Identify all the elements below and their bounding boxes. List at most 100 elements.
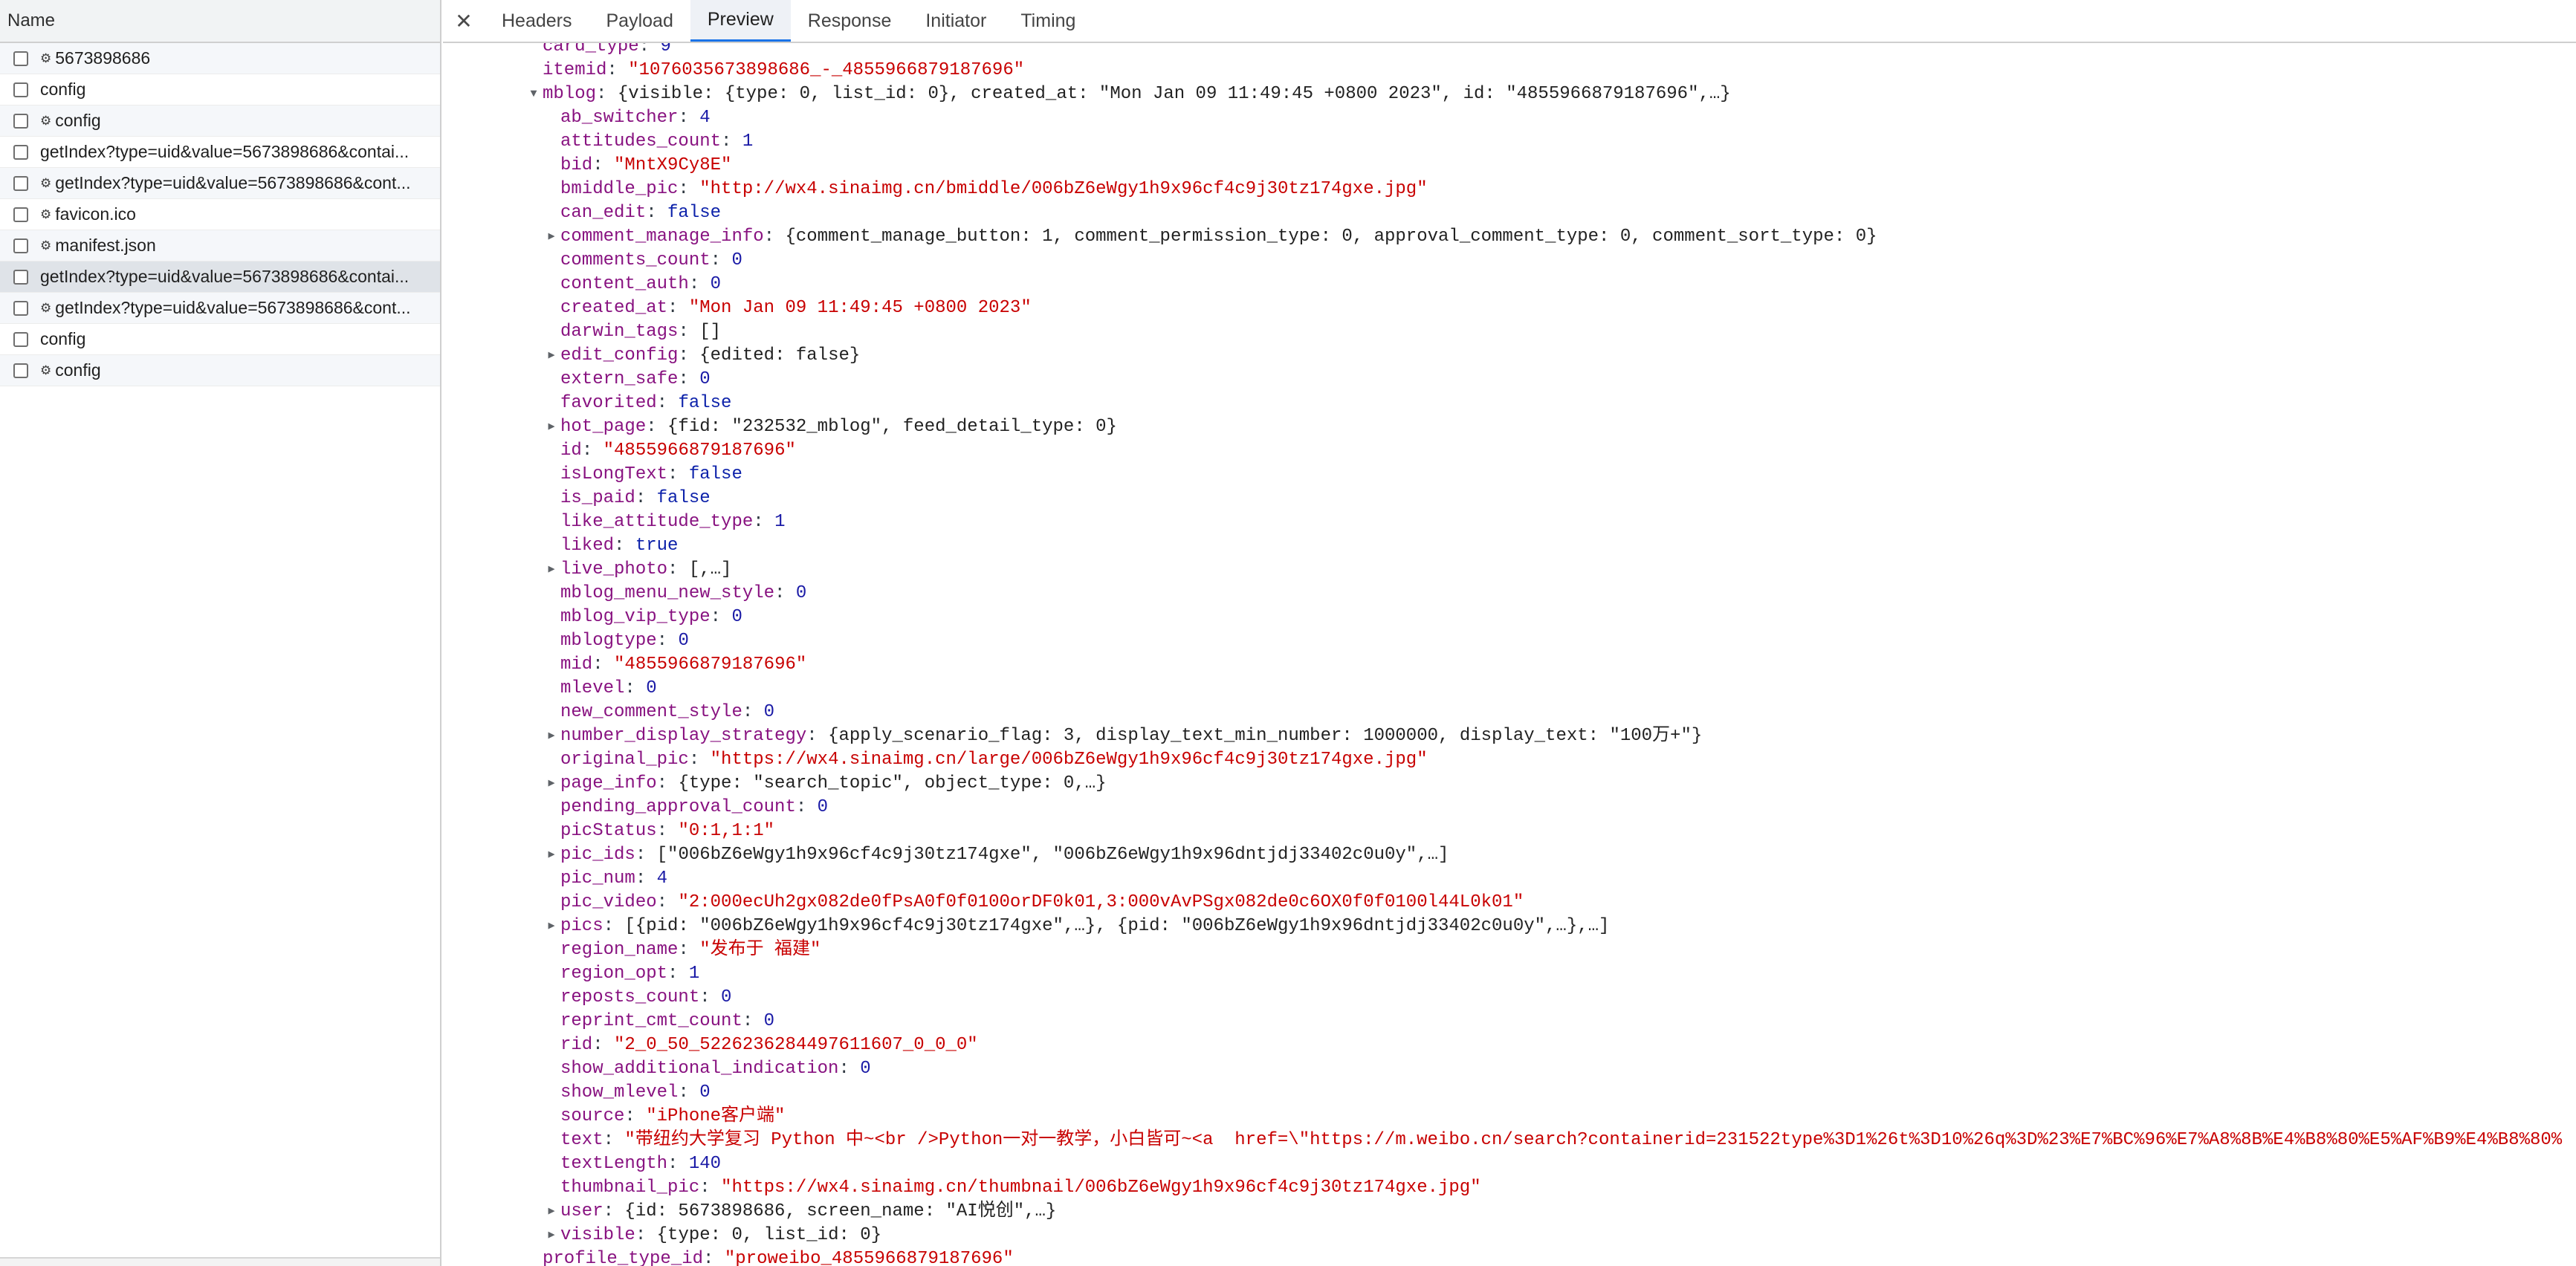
json-value: false — [656, 488, 711, 508]
caret-right-icon[interactable]: ▶ — [544, 772, 559, 796]
json-property-row[interactable]: ▶ live_photo: [,…] — [548, 558, 732, 582]
json-value: "4855966879187696" — [614, 655, 807, 675]
json-property-row[interactable]: ▶ visible: {type: 0, list_id: 0} — [548, 1224, 882, 1247]
json-property-row: thumbnail_pic: "https://wx4.sinaimg.cn/t… — [560, 1176, 1481, 1200]
json-property-row[interactable]: ▶ hot_page: {fid: "232532_mblog", feed_de… — [548, 415, 1116, 439]
caret-right-icon[interactable]: ▶ — [544, 1200, 559, 1224]
json-colon: : — [667, 464, 689, 484]
request-row[interactable]: ⚙ favicon.ico — [0, 199, 440, 230]
json-property-row[interactable]: ▶ page_info: {type: "search_topic", objec… — [548, 772, 1106, 796]
json-key: reprint_cmt_count — [560, 1011, 742, 1031]
request-name: config — [55, 360, 101, 380]
json-value: [,…] — [688, 559, 732, 580]
caret-right-icon[interactable]: ▶ — [544, 1224, 559, 1247]
json-property-row: isLongText: false — [560, 463, 742, 487]
request-checkbox[interactable] — [13, 363, 28, 378]
json-key: ab_switcher — [560, 108, 679, 128]
tab-initiator[interactable]: Initiator — [908, 0, 1003, 42]
json-property-row: show_mlevel: 0 — [560, 1081, 711, 1105]
json-value: 0 — [699, 1082, 711, 1103]
json-colon: : — [646, 417, 668, 437]
tab-timing[interactable]: Timing — [1003, 0, 1093, 42]
json-value: "发布于 福建" — [699, 940, 821, 960]
json-value: ["006bZ6eWgy1h9x96cf4c9j30tz174gxe", "00… — [656, 845, 1449, 865]
json-value: [] — [699, 322, 722, 342]
request-row[interactable]: ⚙ getIndex?type=uid&value=5673898686&cont… — [0, 293, 440, 324]
caret-right-icon[interactable]: ▶ — [544, 415, 559, 439]
json-colon: : — [624, 678, 647, 698]
name-column-header[interactable]: Name — [0, 0, 440, 43]
caret-right-icon[interactable]: ▶ — [544, 843, 559, 867]
json-property-row[interactable]: ▼ mblog: {visible: {type: 0, list_id: 0},… — [530, 82, 1730, 106]
json-property-row: picStatus: "0:1,1:1" — [560, 819, 774, 843]
request-row[interactable]: config — [0, 74, 440, 106]
request-row[interactable]: ⚙ 5673898686 — [0, 43, 440, 74]
request-checkbox[interactable] — [13, 113, 28, 129]
json-property-row: is_paid: false — [560, 487, 711, 510]
json-property-row[interactable]: ▶ edit_config: {edited: false} — [548, 344, 860, 368]
request-checkbox[interactable] — [13, 82, 28, 97]
json-colon: : — [638, 43, 661, 56]
json-property-row[interactable]: ▶ pic_ids: ["006bZ6eWgy1h9x96cf4c9j30tz17… — [548, 843, 1449, 867]
request-row[interactable]: ⚙ config — [0, 355, 440, 386]
json-key: liked — [560, 536, 615, 556]
caret-right-icon[interactable]: ▶ — [544, 225, 559, 249]
tab-headers[interactable]: Headers — [485, 0, 589, 42]
json-key: visible — [560, 1225, 635, 1245]
json-value: 0 — [646, 678, 657, 698]
request-row[interactable]: ⚙ config — [0, 106, 440, 137]
request-row[interactable]: ⚙ manifest.json — [0, 230, 440, 262]
request-checkbox[interactable] — [13, 175, 28, 191]
tab-response[interactable]: Response — [791, 0, 909, 42]
json-key: can_edit — [560, 203, 647, 223]
request-row[interactable]: ⚙ getIndex?type=uid&value=5673898686&cont… — [0, 168, 440, 199]
request-name: manifest.json — [55, 236, 156, 255]
close-icon[interactable]: ✕ — [443, 0, 485, 42]
json-key: reposts_count — [560, 987, 700, 1007]
json-value: "1076035673898686_-_4855966879187696" — [628, 60, 1025, 80]
caret-right-icon[interactable]: ▶ — [544, 724, 559, 748]
request-row[interactable]: getIndex?type=uid&value=5673898686&conta… — [0, 262, 440, 293]
json-value: "https://wx4.sinaimg.cn/thumbnail/006bZ6… — [721, 1178, 1481, 1198]
request-checkbox[interactable] — [13, 300, 28, 316]
caret-right-icon[interactable]: ▶ — [544, 558, 559, 582]
request-checkbox[interactable] — [13, 238, 28, 253]
json-key: profile_type_id — [543, 1249, 704, 1266]
json-property-row[interactable]: ▶ number_display_strategy: {apply_scenari… — [548, 724, 1702, 748]
json-colon: : — [596, 84, 618, 104]
request-row[interactable]: config — [0, 324, 440, 355]
caret-right-icon[interactable]: ▶ — [544, 915, 559, 938]
json-value: 0 — [731, 250, 742, 270]
json-property-row: favorited: false — [560, 392, 731, 415]
json-colon: : — [592, 655, 615, 675]
request-checkbox[interactable] — [13, 269, 28, 285]
request-row[interactable]: getIndex?type=uid&value=5673898686&conta… — [0, 137, 440, 168]
request-checkbox[interactable] — [13, 144, 28, 160]
json-key: content_auth — [560, 274, 689, 294]
request-checkbox[interactable] — [13, 51, 28, 66]
json-key: darwin_tags — [560, 322, 679, 342]
json-colon: : — [688, 750, 711, 770]
json-value: 140 — [688, 1154, 722, 1174]
json-property-row[interactable]: ▶ comment_manage_info: {comment_manage_bu… — [548, 225, 1877, 249]
caret-down-icon[interactable]: ▼ — [526, 82, 541, 106]
json-property-row[interactable]: ▶ pics: [{pid: "006bZ6eWgy1h9x96cf4c9j30t… — [548, 915, 1609, 938]
json-value: true — [635, 536, 679, 556]
json-value: 0 — [763, 702, 775, 722]
json-key: pic_video — [560, 892, 657, 912]
json-value: 1 — [774, 512, 786, 532]
gear-icon: ⚙ — [40, 175, 52, 190]
caret-right-icon[interactable]: ▶ — [544, 344, 559, 368]
json-key: picStatus — [560, 821, 657, 841]
json-colon: : — [678, 345, 700, 366]
tab-payload[interactable]: Payload — [589, 0, 690, 42]
request-checkbox[interactable] — [13, 331, 28, 347]
json-property-row: mblog_menu_new_style: 0 — [560, 582, 806, 606]
tab-preview[interactable]: Preview — [690, 0, 791, 42]
json-property-row[interactable]: ▶ user: {id: 5673898686, screen_name: "AI… — [548, 1200, 1056, 1224]
request-checkbox[interactable] — [13, 207, 28, 222]
json-key: thumbnail_pic — [560, 1178, 700, 1198]
json-key: mblogtype — [560, 631, 657, 651]
detail-tab-bar: ✕ Headers Payload Preview Response Initiator… — [443, 0, 2576, 43]
json-value: {type: 0, list_id: 0} — [656, 1225, 882, 1245]
